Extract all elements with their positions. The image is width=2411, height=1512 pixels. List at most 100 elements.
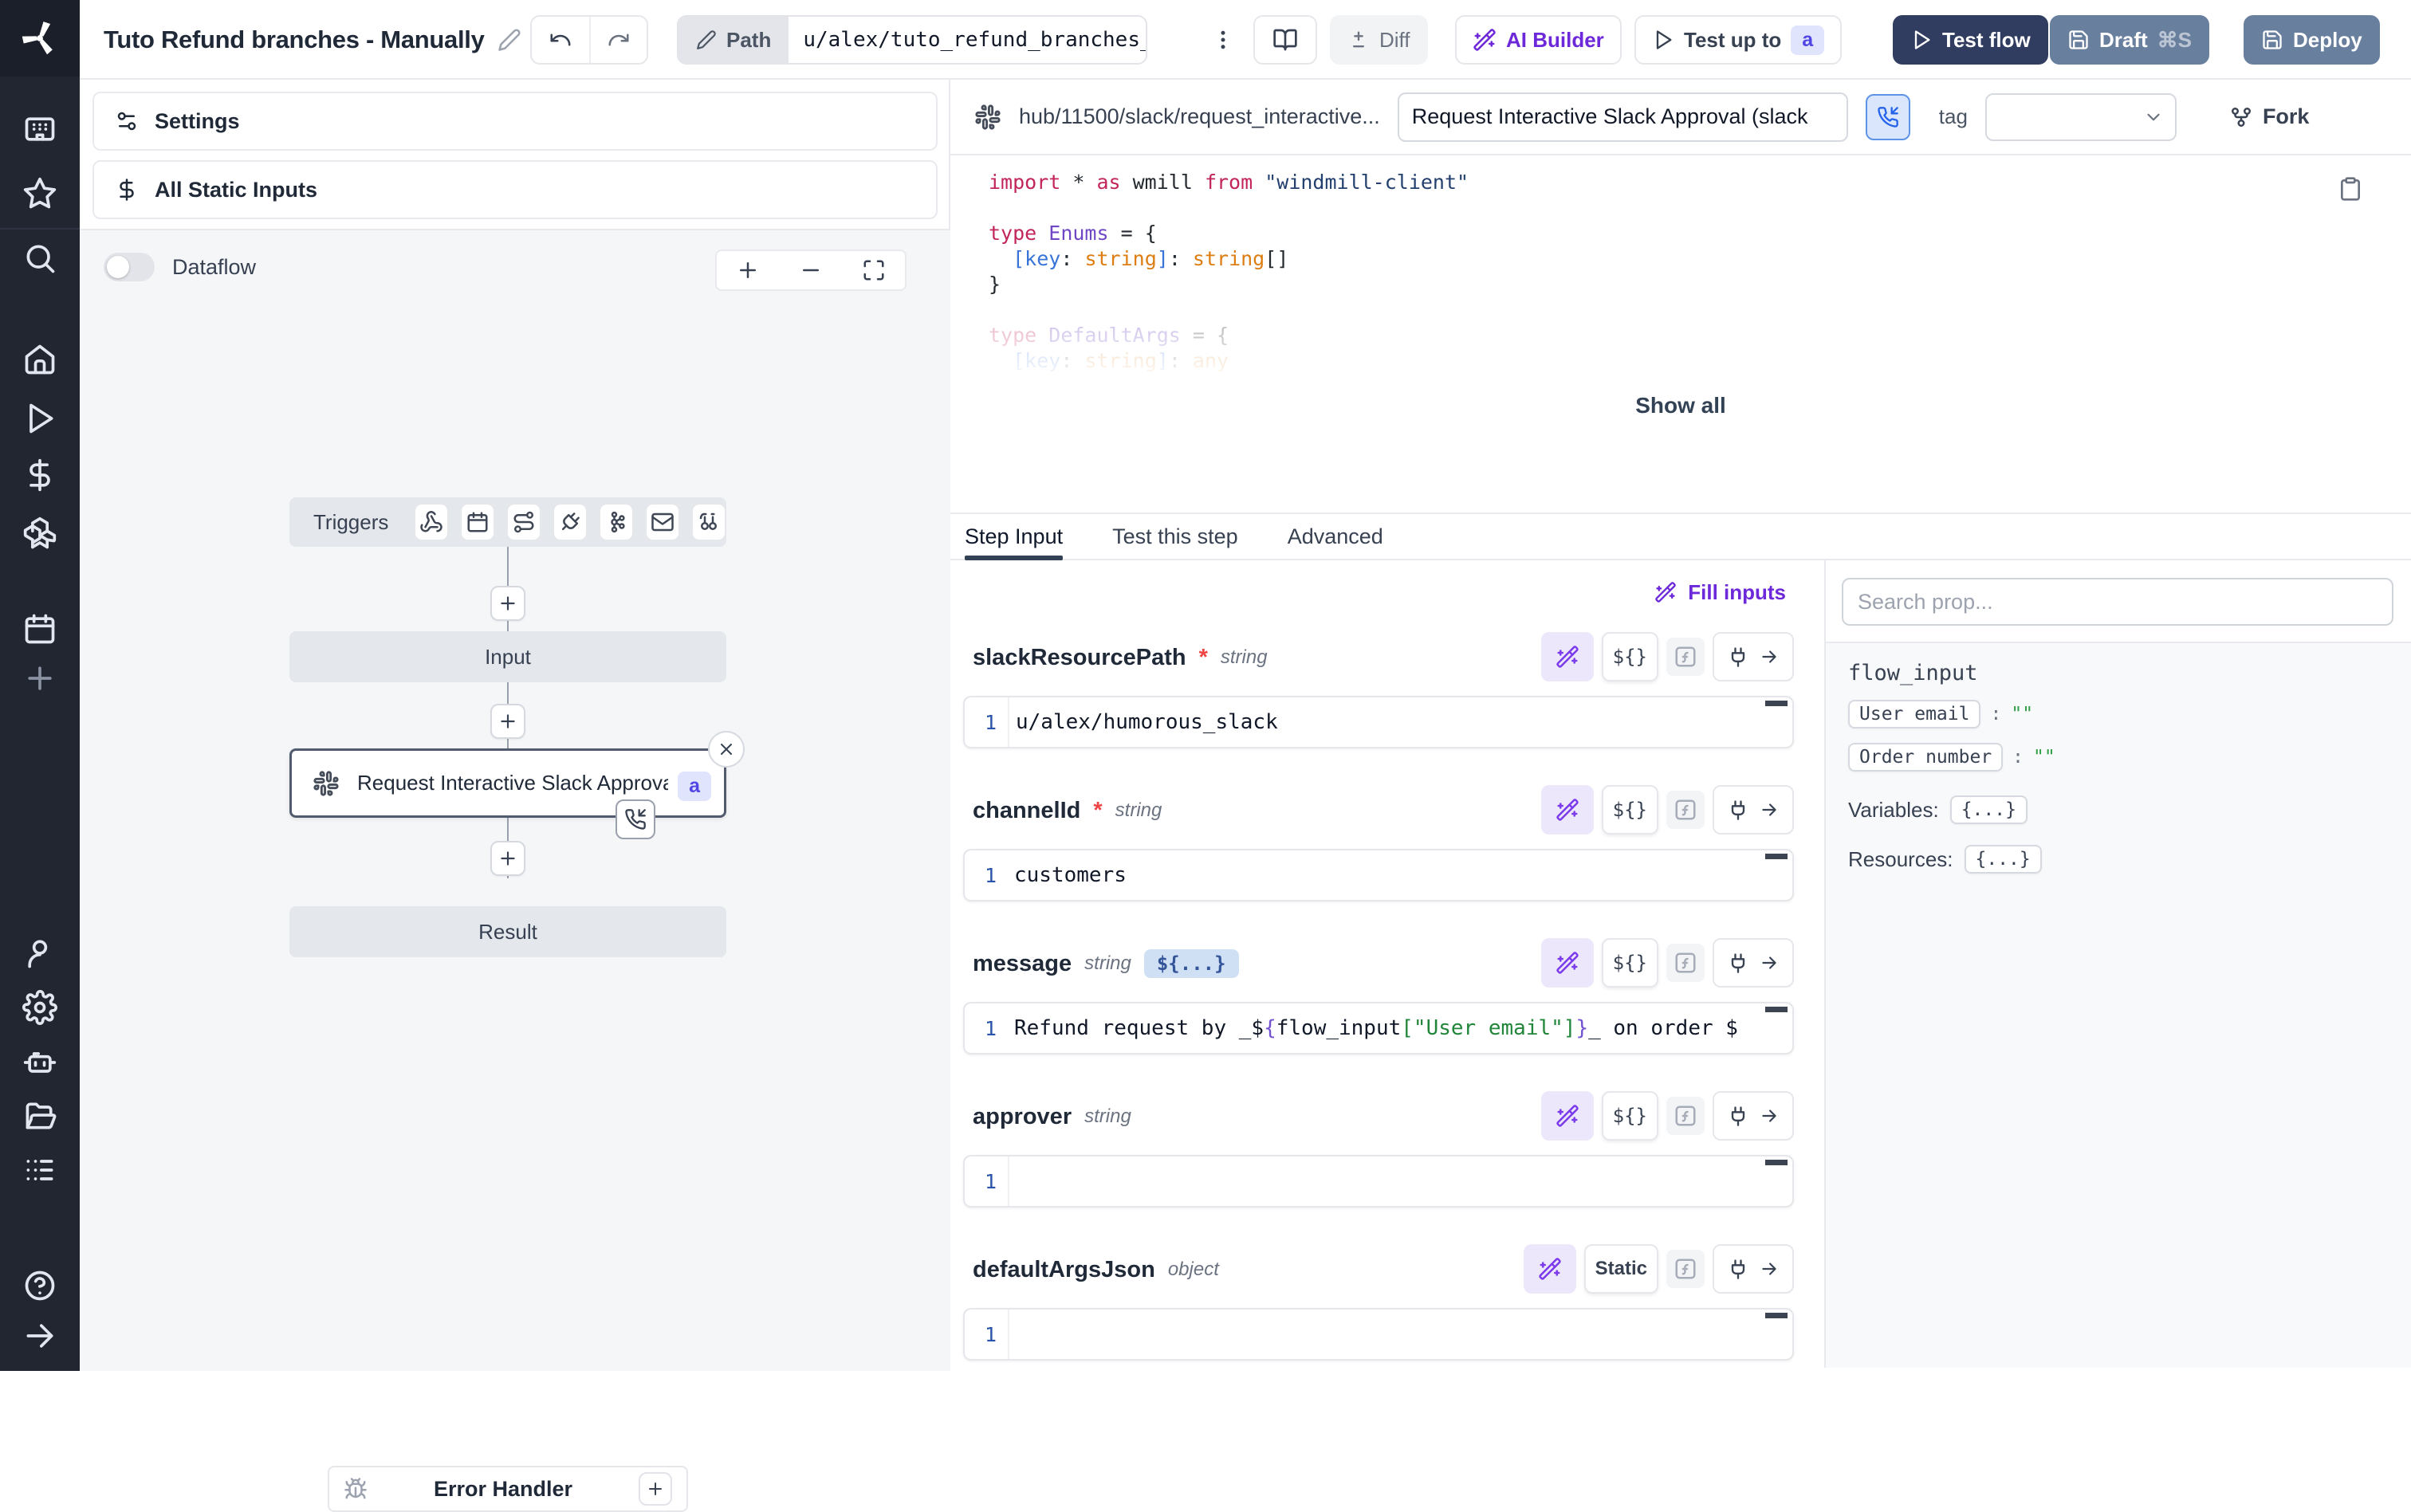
template-mode-button[interactable]: ${} bbox=[1602, 785, 1658, 835]
dataflow-toggle[interactable] bbox=[104, 253, 155, 281]
ai-builder-button[interactable]: AI Builder bbox=[1455, 15, 1622, 65]
search-prop-input[interactable]: Search prop... bbox=[1842, 578, 2393, 626]
ai-fill-wand-button[interactable] bbox=[1541, 1091, 1594, 1141]
fill-inputs-button[interactable]: Fill inputs bbox=[1654, 580, 1786, 605]
tag-select[interactable] bbox=[1985, 93, 2177, 141]
tab-advanced[interactable]: Advanced bbox=[1288, 514, 1383, 559]
static-mode-button[interactable]: Static bbox=[1584, 1244, 1658, 1294]
connect-input-button[interactable] bbox=[1713, 1244, 1794, 1294]
tab-test-this-step[interactable]: Test this step bbox=[1112, 514, 1238, 559]
windmill-logo[interactable] bbox=[0, 0, 80, 77]
prop-user-email-chip[interactable]: User email bbox=[1848, 700, 1980, 729]
step-header: hub/11500/slack/request_interactive... R… bbox=[950, 80, 2411, 155]
function-mode-button[interactable] bbox=[1666, 1250, 1705, 1288]
search-icon[interactable] bbox=[22, 241, 57, 276]
help-icon[interactable] bbox=[22, 1268, 57, 1303]
path-button[interactable]: Path bbox=[678, 17, 789, 63]
path-input[interactable]: u/alex/tuto_refund_branches__ bbox=[789, 17, 1146, 63]
connect-input-button[interactable] bbox=[1713, 1091, 1794, 1141]
workspace-icon[interactable] bbox=[22, 112, 57, 147]
edit-title-pencil-icon[interactable] bbox=[498, 28, 521, 52]
deploy-button[interactable]: Deploy bbox=[2244, 15, 2380, 65]
field-value-editor[interactable]: 1 bbox=[963, 1155, 1794, 1208]
zoom-in-icon[interactable] bbox=[736, 258, 760, 282]
scheduled-poll-trigger-icon[interactable] bbox=[691, 503, 726, 541]
add-step-button[interactable] bbox=[490, 586, 525, 621]
field-value-editor[interactable]: 1 customers bbox=[963, 849, 1794, 901]
runs-play-icon[interactable] bbox=[22, 401, 57, 436]
add-icon[interactable] bbox=[22, 661, 57, 696]
account-user-icon[interactable] bbox=[22, 936, 57, 971]
flow-canvas[interactable]: Dataflow Triggers Input bbox=[80, 229, 950, 1371]
resources-cubes-icon[interactable] bbox=[22, 516, 57, 551]
workers-robot-icon[interactable] bbox=[22, 1045, 57, 1080]
test-flow-button[interactable]: Test flow bbox=[1893, 15, 2048, 65]
slack-approval-step-node[interactable]: Request Interactive Slack Approval (... … bbox=[289, 748, 726, 818]
ai-fill-wand-button[interactable] bbox=[1541, 785, 1594, 835]
ai-fill-wand-button[interactable] bbox=[1541, 632, 1594, 681]
logs-list-icon[interactable] bbox=[22, 1153, 57, 1188]
schedule-trigger-icon[interactable] bbox=[460, 503, 495, 541]
template-mode-button[interactable]: ${} bbox=[1602, 632, 1658, 681]
variables-dollar-icon[interactable] bbox=[22, 458, 57, 493]
copy-code-icon[interactable] bbox=[2338, 176, 2363, 202]
remove-step-button[interactable] bbox=[708, 731, 745, 768]
field-value-editor[interactable]: 1 u/alex/humorous_slack bbox=[963, 696, 1794, 748]
expand-arrow-icon[interactable] bbox=[22, 1318, 57, 1353]
arrow-right-icon bbox=[1759, 1106, 1780, 1126]
function-mode-button[interactable] bbox=[1666, 944, 1705, 982]
diff-button[interactable]: Diff bbox=[1330, 15, 1428, 65]
field-value-editor[interactable]: 1 Refund request by _${flow_input["User … bbox=[963, 1002, 1794, 1054]
connect-input-button[interactable] bbox=[1713, 938, 1794, 988]
variables-chip[interactable]: {...} bbox=[1950, 795, 2028, 824]
fit-view-icon[interactable] bbox=[862, 258, 886, 282]
function-mode-button[interactable] bbox=[1666, 791, 1705, 829]
schedules-calendar-icon[interactable] bbox=[22, 611, 57, 646]
triggers-node[interactable]: Triggers bbox=[289, 497, 726, 547]
code-preview[interactable]: import * as wmill from "windmill-client"… bbox=[950, 155, 2411, 514]
save-draft-button[interactable]: Draft ⌘S bbox=[2050, 15, 2209, 65]
webhook-trigger-icon[interactable] bbox=[414, 503, 449, 541]
docs-book-button[interactable] bbox=[1253, 15, 1317, 65]
error-handler-node[interactable]: Error Handler bbox=[328, 1466, 688, 1512]
function-mode-button[interactable] bbox=[1666, 638, 1705, 676]
email-trigger-icon[interactable] bbox=[645, 503, 680, 541]
undo-button[interactable] bbox=[532, 17, 589, 63]
favorites-star-icon[interactable] bbox=[22, 176, 57, 211]
add-step-button[interactable] bbox=[490, 704, 525, 739]
fork-button[interactable]: Fork bbox=[2229, 104, 2310, 129]
connect-input-button[interactable] bbox=[1713, 785, 1794, 835]
field-value-editor[interactable]: 1 bbox=[963, 1308, 1794, 1361]
suspend-approval-button[interactable] bbox=[1866, 94, 1910, 140]
show-all-button[interactable]: Show all bbox=[950, 393, 2411, 418]
all-static-inputs-row[interactable]: All Static Inputs bbox=[92, 160, 938, 219]
folders-icon[interactable] bbox=[22, 1098, 57, 1133]
add-step-button[interactable] bbox=[490, 841, 525, 876]
add-error-handler-button[interactable] bbox=[639, 1472, 672, 1506]
variables-label: Variables: bbox=[1848, 798, 1939, 823]
http-route-trigger-icon[interactable] bbox=[506, 503, 541, 541]
prop-order-number-chip[interactable]: Order number bbox=[1848, 743, 2003, 772]
settings-gear-icon[interactable] bbox=[22, 990, 57, 1025]
ai-fill-wand-button[interactable] bbox=[1524, 1244, 1576, 1294]
kafka-trigger-icon[interactable] bbox=[599, 503, 634, 541]
redo-button[interactable] bbox=[589, 17, 647, 63]
connect-input-button[interactable] bbox=[1713, 632, 1794, 681]
more-options-kebab-icon[interactable] bbox=[1206, 15, 1241, 65]
input-node[interactable]: Input bbox=[289, 631, 726, 682]
test-up-to-button[interactable]: Test up to a bbox=[1634, 15, 1842, 65]
result-node[interactable]: Result bbox=[289, 906, 726, 957]
ai-fill-wand-button[interactable] bbox=[1541, 938, 1594, 988]
flow-title[interactable]: Tuto Refund branches - Manually bbox=[104, 0, 521, 80]
home-icon[interactable] bbox=[22, 342, 57, 377]
tab-step-input[interactable]: Step Input bbox=[965, 514, 1063, 559]
resources-chip[interactable]: {...} bbox=[1965, 845, 2042, 874]
websocket-trigger-icon[interactable] bbox=[553, 503, 588, 541]
template-mode-button[interactable]: ${} bbox=[1602, 938, 1658, 988]
step-summary-input[interactable]: Request Interactive Slack Approval (slac… bbox=[1398, 92, 1848, 142]
hub-script-path[interactable]: hub/11500/slack/request_interactive... bbox=[1019, 104, 1380, 129]
function-mode-button[interactable] bbox=[1666, 1097, 1705, 1135]
settings-row[interactable]: Settings bbox=[92, 92, 938, 151]
zoom-out-icon[interactable] bbox=[799, 258, 823, 282]
template-mode-button[interactable]: ${} bbox=[1602, 1091, 1658, 1141]
